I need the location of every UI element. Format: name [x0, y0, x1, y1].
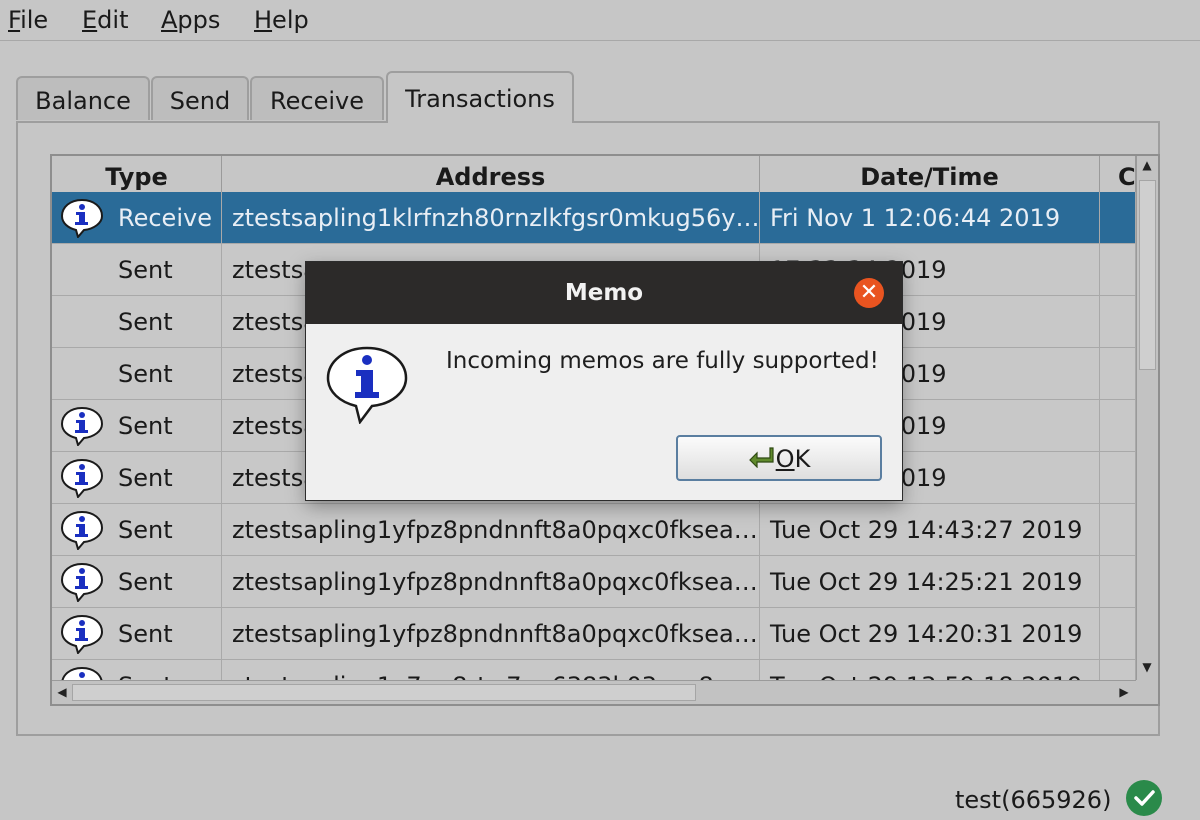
cell-confirmations [1100, 608, 1136, 659]
cell-type: Sent [52, 504, 222, 555]
table-row[interactable]: Sent ztestsapling1yfpz8pndnnft8a0pqxc0fks… [52, 556, 1136, 608]
type-label: Sent [118, 660, 173, 680]
tab-receive[interactable]: Receive [250, 76, 384, 120]
table-row[interactable]: Receive ztestsapling1klrfnzh80rnzlkfgsr0m… [52, 192, 1136, 244]
table-row[interactable]: Sent ztestsapling1v7ng8rtw7an6383k03ezx8p… [52, 660, 1136, 680]
vertical-scrollbar[interactable]: ▲ ▼ [1136, 156, 1158, 680]
memo-info-icon[interactable] [60, 198, 104, 240]
cell-address: ztestsapling1klrfnzh80rnzlkfgsr0mkug56y… [222, 192, 760, 243]
dialog-title: Memo [306, 262, 902, 324]
cell-confirmations [1100, 244, 1136, 295]
type-label: Sent [118, 256, 173, 284]
cell-datetime: Fri Nov 1 12:06:44 2019 [760, 192, 1100, 243]
cell-type: Sent [52, 348, 222, 399]
table-row[interactable]: Sent ztestsapling1yfpz8pndnnft8a0pqxc0fks… [52, 608, 1136, 660]
check-icon [1126, 780, 1162, 816]
type-label: Sent [118, 308, 173, 336]
memo-info-icon[interactable] [60, 458, 104, 500]
table-row[interactable]: Sent ztestsapling1yfpz8pndnnft8a0pqxc0fks… [52, 504, 1136, 556]
menu-bar: File Edit Apps Help [0, 0, 1200, 41]
cell-type: Receive [52, 192, 222, 243]
header-datetime[interactable]: Date/Time [760, 156, 1100, 192]
menu-file[interactable]: File [8, 6, 48, 34]
vertical-scroll-thumb[interactable] [1139, 180, 1156, 370]
cell-type: Sent [52, 556, 222, 607]
cell-confirmations [1100, 660, 1136, 680]
type-label: Sent [118, 620, 173, 648]
type-label: Sent [118, 412, 173, 440]
cell-type: Sent [52, 400, 222, 451]
tab-balance[interactable]: Balance [16, 76, 150, 120]
cell-type: Sent [52, 296, 222, 347]
type-label: Receive [118, 204, 212, 232]
close-icon[interactable]: ✕ [854, 278, 884, 308]
tab-transactions[interactable]: Transactions [386, 71, 574, 123]
type-label: Sent [118, 516, 173, 544]
cell-confirmations [1100, 296, 1136, 347]
information-icon [326, 346, 408, 424]
table-header: Type Address Date/Time C [52, 156, 1136, 193]
type-label: Sent [118, 464, 173, 492]
menu-help[interactable]: Help [254, 6, 309, 34]
cell-datetime: Tue Oct 29 14:25:21 2019 [760, 556, 1100, 607]
memo-info-icon[interactable] [60, 614, 104, 656]
header-address[interactable]: Address [222, 156, 760, 192]
cell-type: Sent [52, 244, 222, 295]
cell-confirmations [1100, 400, 1136, 451]
header-type[interactable]: Type [52, 156, 222, 192]
scroll-left-icon[interactable]: ◀ [52, 685, 72, 699]
cell-datetime: Tue Oct 29 14:43:27 2019 [760, 504, 1100, 555]
tab-send[interactable]: Send [151, 76, 249, 120]
dialog-message: Incoming memos are fully supported! [446, 348, 879, 374]
scrollbar-corner [1136, 680, 1158, 704]
cell-type: Sent [52, 660, 222, 680]
enter-arrow-icon [748, 447, 774, 468]
cell-confirmations [1100, 348, 1136, 399]
menu-edit[interactable]: Edit [82, 6, 128, 34]
cell-confirmations [1100, 556, 1136, 607]
memo-info-icon[interactable] [60, 562, 104, 604]
type-label: Sent [118, 360, 173, 388]
header-confirmations[interactable]: C [1100, 156, 1136, 192]
cell-confirmations [1100, 504, 1136, 555]
ok-button[interactable]: OK [676, 435, 882, 481]
cell-confirmations [1100, 192, 1136, 243]
memo-info-icon[interactable] [60, 510, 104, 552]
status-text: test(665926) [955, 786, 1112, 814]
memo-info-icon[interactable] [60, 666, 104, 680]
cell-address: ztestsapling1yfpz8pndnnft8a0pqxc0fksea… [222, 608, 760, 659]
cell-confirmations [1100, 452, 1136, 503]
menu-apps[interactable]: Apps [161, 6, 220, 34]
cell-type: Sent [52, 608, 222, 659]
scroll-down-icon[interactable]: ▼ [1137, 660, 1157, 674]
cell-type: Sent [52, 452, 222, 503]
cell-address: ztestsapling1v7ng8rtw7an6383k03ezx8ps [222, 660, 760, 680]
memo-dialog: Memo ✕ Incoming memos are fully supporte… [306, 262, 902, 500]
horizontal-scrollbar[interactable]: ◀ ▶ [52, 680, 1136, 704]
cell-datetime: Tue Oct 29 13:59:18 2019 [760, 660, 1100, 680]
cell-datetime: Tue Oct 29 14:20:31 2019 [760, 608, 1100, 659]
type-label: Sent [118, 568, 173, 596]
memo-info-icon[interactable] [60, 406, 104, 448]
scroll-right-icon[interactable]: ▶ [1114, 685, 1134, 699]
scroll-up-icon[interactable]: ▲ [1137, 158, 1157, 172]
cell-address: ztestsapling1yfpz8pndnnft8a0pqxc0fksea… [222, 556, 760, 607]
cell-address: ztestsapling1yfpz8pndnnft8a0pqxc0fksea… [222, 504, 760, 555]
horizontal-scroll-thumb[interactable] [72, 684, 696, 701]
